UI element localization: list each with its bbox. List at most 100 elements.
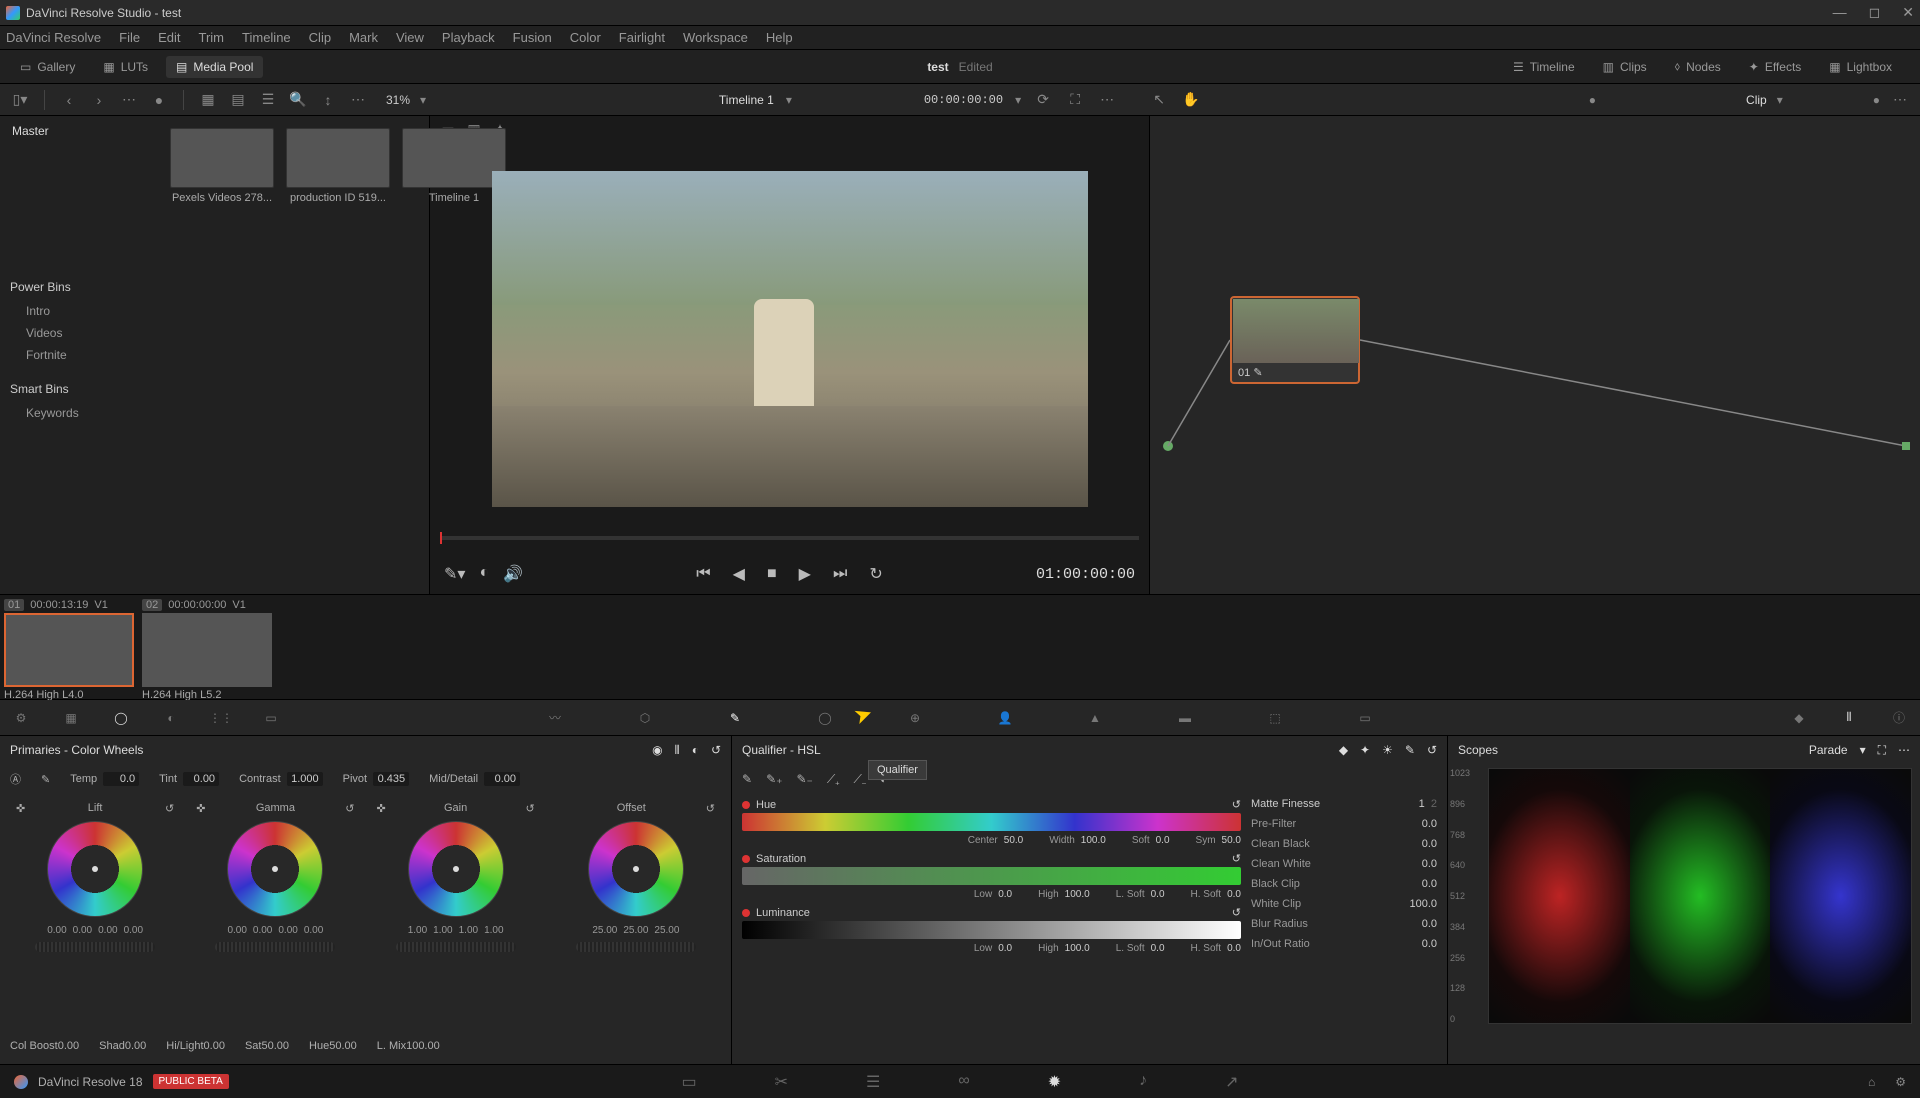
page-cut[interactable]: ✂	[775, 1072, 788, 1092]
gamma-picker-icon[interactable]: ✜	[196, 802, 205, 815]
menu-workspace[interactable]: Workspace	[683, 30, 748, 45]
gain-color-wheel[interactable]	[408, 821, 504, 917]
lift-color-wheel[interactable]	[47, 821, 143, 917]
page-deliver[interactable]: ↗	[1225, 1072, 1238, 1092]
clip-label[interactable]: Clip	[1746, 93, 1767, 107]
hue-enable-toggle[interactable]	[742, 801, 750, 809]
mf-page2[interactable]: 2	[1431, 798, 1437, 810]
media-clip[interactable]: Pexels Videos 278...	[170, 128, 274, 204]
offset-color-wheel[interactable]	[588, 821, 684, 917]
gain-picker-icon[interactable]: ✜	[377, 802, 386, 815]
lum-lsoft[interactable]: 0.0	[1151, 943, 1165, 954]
reset-icon[interactable]: ↺	[1232, 906, 1241, 919]
menu-playback[interactable]: Playback	[442, 30, 495, 45]
lum-high[interactable]: 100.0	[1065, 943, 1090, 954]
keyframes-icon[interactable]: ◆	[1788, 707, 1810, 729]
bsm-icon[interactable]: ▲	[1084, 707, 1106, 729]
hilight-value[interactable]: 0.00	[204, 1040, 225, 1052]
menu-clip[interactable]: Clip	[309, 30, 331, 45]
hue-sym[interactable]: 50.0	[1222, 835, 1241, 846]
prev-frame-button[interactable]: ◀	[733, 564, 745, 584]
mediapool-toggle[interactable]: ▤Media Pool	[166, 56, 263, 78]
viewer-scrubber[interactable]	[430, 536, 1149, 554]
motion-effects-icon[interactable]: ▭	[260, 707, 282, 729]
gamma-color-wheel[interactable]	[227, 821, 323, 917]
lmix-value[interactable]: 100.00	[406, 1040, 440, 1052]
contrast-value[interactable]: 1.000	[287, 772, 323, 786]
scopes-toggle-icon[interactable]: ⫴	[1838, 707, 1860, 729]
project-settings-icon[interactable]: ⚙	[1895, 1075, 1906, 1089]
effects-toggle[interactable]: ✦Effects	[1739, 55, 1812, 78]
hue-value[interactable]: 50.00	[329, 1040, 357, 1052]
temp-value[interactable]: 0.0	[103, 772, 139, 786]
search-icon[interactable]: 🔍	[288, 90, 308, 110]
sat-value[interactable]: 50.00	[261, 1040, 289, 1052]
hue-soft[interactable]: 0.0	[1156, 835, 1170, 846]
prefilter-value[interactable]: 0.0	[1422, 818, 1437, 830]
view-list-icon[interactable]: ☰	[258, 90, 278, 110]
menu-fairlight[interactable]: Fairlight	[619, 30, 665, 45]
tint-value[interactable]: 0.00	[183, 772, 219, 786]
timeline-clip[interactable]: 0200:00:00:00V1 H.264 High L5.2	[142, 599, 272, 695]
menu-davinci[interactable]: DaVinci Resolve	[6, 30, 101, 45]
mute-icon[interactable]: 🔊	[503, 564, 523, 584]
page-fusion[interactable]: ∞	[958, 1072, 969, 1092]
viewer-timecode[interactable]: 00:00:00:00	[924, 93, 1003, 107]
camera-raw-icon[interactable]: ⚙	[10, 707, 32, 729]
stop-button[interactable]: ■	[767, 565, 777, 583]
reset-icon[interactable]: ↺	[526, 802, 535, 815]
lightbox-toggle[interactable]: ▦Lightbox	[1819, 55, 1902, 78]
bin-videos[interactable]: Videos	[10, 322, 140, 344]
pointer-icon[interactable]: ↖	[1149, 90, 1169, 110]
auto-icon[interactable]: Ⓐ	[10, 771, 21, 787]
reset-icon[interactable]: ↺	[1232, 798, 1241, 811]
3d-mode-icon[interactable]: ✎	[1405, 743, 1415, 757]
node-options-icon[interactable]: ⋯	[1890, 90, 1910, 110]
window-icon[interactable]: ◯	[814, 707, 836, 729]
onion-icon[interactable]: ◐	[479, 564, 489, 584]
page-media[interactable]: ▭	[681, 1072, 696, 1092]
inout-value[interactable]: 0.0	[1422, 938, 1437, 950]
picker-icon[interactable]: ✎	[742, 772, 752, 786]
picker-sub-icon[interactable]: ✎₋	[796, 772, 812, 786]
hue-width[interactable]: 100.0	[1081, 835, 1106, 846]
info-icon[interactable]: ⓘ	[1888, 707, 1910, 729]
menu-view[interactable]: View	[396, 30, 424, 45]
sat-high[interactable]: 100.0	[1065, 889, 1090, 900]
scope-expand-icon[interactable]: ⛶	[1878, 743, 1886, 758]
lum-enable-toggle[interactable]	[742, 909, 750, 917]
offset-jog[interactable]	[576, 942, 696, 952]
magic-mask-icon[interactable]: 👤	[994, 707, 1016, 729]
view-thumb-icon[interactable]: ▦	[198, 90, 218, 110]
layout-menu[interactable]: ▯▾	[10, 90, 30, 110]
bin-fortnite[interactable]: Fortnite	[10, 344, 140, 366]
next-frame-button[interactable]: ⏭	[833, 565, 847, 583]
colboost-value[interactable]: 0.00	[58, 1040, 79, 1052]
qualifier-icon[interactable]: ✎	[724, 707, 746, 729]
gallery-toggle[interactable]: ▭Gallery	[10, 56, 85, 78]
reset-icon[interactable]: ↺	[1232, 852, 1241, 865]
hue-range-bar[interactable]	[742, 813, 1241, 831]
gain-jog[interactable]	[396, 942, 516, 952]
sort-icon[interactable]: ↕	[318, 90, 338, 110]
record-icon[interactable]: ●	[149, 90, 169, 110]
hdr-icon[interactable]: ◐	[160, 707, 182, 729]
menu-timeline[interactable]: Timeline	[242, 30, 291, 45]
page-color[interactable]: ✹	[1048, 1072, 1061, 1092]
gamma-jog[interactable]	[215, 942, 335, 952]
hue-center[interactable]: 50.0	[1004, 835, 1023, 846]
nodes-toggle[interactable]: ⬨Nodes	[1665, 55, 1731, 78]
lift-picker-icon[interactable]: ✜	[16, 802, 25, 815]
corrector-node[interactable]: 01 ✎	[1230, 296, 1360, 384]
reset-icon[interactable]: ↺	[711, 743, 721, 758]
pivot-value[interactable]: 0.435	[373, 772, 409, 786]
lift-jog[interactable]	[35, 942, 155, 952]
feather-add-icon[interactable]: ⟋₊	[827, 772, 840, 787]
menu-fusion[interactable]: Fusion	[513, 30, 552, 45]
chevron-down-icon[interactable]: ▾	[420, 93, 426, 107]
close-button[interactable]: ✕	[1902, 4, 1914, 21]
lum-hsoft[interactable]: 0.0	[1227, 943, 1241, 954]
key-icon[interactable]: ▬	[1174, 707, 1196, 729]
node-graph[interactable]: 01 ✎	[1150, 116, 1920, 594]
expand-icon[interactable]: ⛶	[1065, 90, 1085, 110]
